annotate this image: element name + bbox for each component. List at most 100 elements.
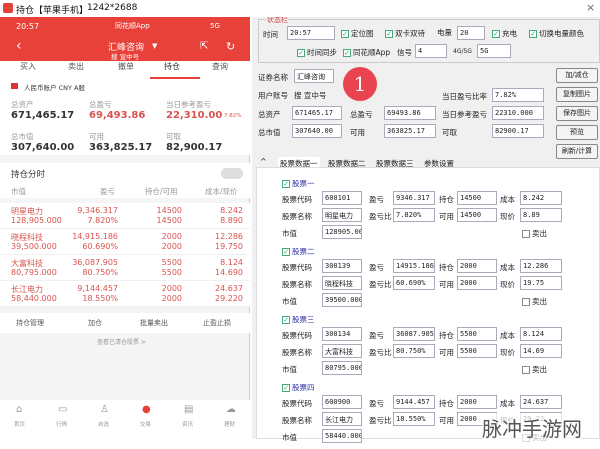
signal-spinner[interactable]: 4 <box>415 44 447 58</box>
mv-input[interactable]: 128905.000 <box>322 225 362 239</box>
pl-input[interactable]: 69493.86 <box>384 106 436 120</box>
action-button[interactable]: 批量卖出 <box>140 318 168 328</box>
code-input[interactable]: 600900 <box>322 395 362 409</box>
cleared-link[interactable]: 查看已清仓股票 > <box>97 337 146 346</box>
phone-tab[interactable]: 买入 <box>20 61 36 72</box>
action-button[interactable]: 止盈止损 <box>203 318 231 328</box>
group-checkbox[interactable]: ✓ 股票三 <box>282 314 315 325</box>
share-icon[interactable]: ⇱ <box>200 41 208 52</box>
nav-icon[interactable]: ♙ <box>100 404 109 415</box>
phone-tab[interactable]: 查询 <box>212 61 228 72</box>
nav-item[interactable]: 交易 <box>140 420 151 428</box>
nav-icon[interactable]: ▤ <box>184 404 193 415</box>
time-input[interactable]: 20:57 <box>287 26 335 40</box>
group-checkbox[interactable]: ✓ 股票四 <box>282 382 315 393</box>
nav-icon[interactable]: ☁ <box>226 404 236 415</box>
cost-input[interactable]: 8.242 <box>520 191 562 205</box>
collapse-icon[interactable]: ^ <box>260 157 267 166</box>
nav-item[interactable]: 首页 <box>14 420 25 428</box>
panel-button[interactable]: 刷新/计算 <box>556 144 598 159</box>
sell-checkbox[interactable]: 卖出 <box>522 296 547 307</box>
back-icon[interactable]: ‹ <box>16 38 22 54</box>
dual-sim-checkbox[interactable]: ✓ 双卡双待 <box>385 28 425 39</box>
locate-checkbox[interactable]: ✓ 定位图 <box>341 28 374 39</box>
panel-button[interactable]: 加/减仓 <box>556 68 598 83</box>
draw-input[interactable]: 82900.17 <box>492 124 544 138</box>
user-value[interactable]: 搜 宣中号 <box>294 90 326 101</box>
group-checkbox[interactable]: ✓ 股票一 <box>282 178 315 189</box>
action-button[interactable]: 持仓管理 <box>16 318 44 328</box>
price-input[interactable]: 8.89 <box>520 208 562 222</box>
avail-input[interactable]: 14500 <box>457 208 497 222</box>
avail-input[interactable]: 2000 <box>457 276 497 290</box>
name-input[interactable]: 明星电力 <box>322 208 362 222</box>
cost-input[interactable]: 24.637 <box>520 395 562 409</box>
toggle-switch[interactable] <box>221 168 243 179</box>
ths-checkbox[interactable]: ✓ 同花顺App <box>343 47 390 58</box>
mv-input[interactable]: 58440.000 <box>322 429 362 443</box>
total-input[interactable]: 671465.17 <box>292 106 342 120</box>
close-button[interactable]: × <box>586 1 595 14</box>
price-input[interactable]: 19.75 <box>520 276 562 290</box>
holding-row[interactable]: 长江电力 58,440.000 9,144.457 18.550% 2000 2000 24… <box>0 281 250 307</box>
holding-row[interactable]: 明星电力 128,905.000 9,346.317 7.820% 14500 14500… <box>0 203 250 229</box>
battery-spinner[interactable]: 20 <box>457 26 485 40</box>
name-input[interactable]: 长江电力 <box>322 412 362 426</box>
cost-input[interactable]: 12.286 <box>520 259 562 273</box>
code-input[interactable]: 300139 <box>322 259 362 273</box>
mv-input[interactable]: 80795.000 <box>322 361 362 375</box>
name-input[interactable]: 晓程科技 <box>322 276 362 290</box>
plp-input[interactable]: 18.550% <box>393 412 435 426</box>
time-sync-checkbox[interactable]: ✓ 时间同步 <box>297 47 337 58</box>
nav-icon[interactable]: ⌂ <box>16 404 22 415</box>
action-button[interactable]: 加仓 <box>88 318 102 328</box>
pl-input[interactable]: 36087.905 <box>393 327 435 341</box>
pl-input[interactable]: 9144.457 <box>393 395 435 409</box>
plp-input[interactable]: 60.690% <box>393 276 435 290</box>
plp-input[interactable]: 7.820% <box>393 208 435 222</box>
mv-input[interactable]: 307640.00 <box>292 124 342 138</box>
cost-input[interactable]: 8.124 <box>520 327 562 341</box>
code-input[interactable]: 300134 <box>322 327 362 341</box>
holding-row[interactable]: 大富科技 80,795.000 36,087.905 80.750% 5500 5500 8… <box>0 255 250 281</box>
charge-checkbox[interactable]: ✓ 充电 <box>492 28 517 39</box>
pl-input[interactable]: 9346.317 <box>393 191 435 205</box>
panel-button[interactable]: 保存图片 <box>556 106 598 121</box>
nav-item[interactable]: 行情 <box>56 420 67 428</box>
panel-button[interactable]: 预览 <box>556 125 598 140</box>
avail-label: 可用 <box>350 128 365 137</box>
nav-item[interactable]: 资讯 <box>182 420 193 428</box>
code-input[interactable]: 600101 <box>322 191 362 205</box>
nav-icon[interactable]: ● <box>142 404 151 415</box>
phone-tab[interactable]: 撤单 <box>118 61 134 72</box>
panel-button[interactable]: 复制图片 <box>556 87 598 102</box>
net-select[interactable]: 5G <box>477 44 511 58</box>
hold-input[interactable]: 2000 <box>457 259 497 273</box>
price-input[interactable]: 14.69 <box>520 344 562 358</box>
battery-color-checkbox[interactable]: ✓ 切换电量颜色 <box>529 28 584 39</box>
hold-input[interactable]: 14500 <box>457 191 497 205</box>
nav-icon[interactable]: ▭ <box>58 404 67 415</box>
dropdown-icon[interactable]: ▼ <box>152 42 157 50</box>
phone-tab[interactable]: 持仓 <box>164 61 180 72</box>
status-time: 20:57 <box>16 22 40 31</box>
plp-input[interactable]: 80.750% <box>393 344 435 358</box>
name-input[interactable]: 大富科技 <box>322 344 362 358</box>
phone-tab[interactable]: 卖出 <box>68 61 84 72</box>
avail-input[interactable]: 363825.17 <box>384 124 436 138</box>
mv-input[interactable]: 39500.000 <box>322 293 362 307</box>
refresh-icon[interactable]: ↻ <box>226 40 235 53</box>
name-input[interactable]: 汇峰咨询 <box>294 69 334 83</box>
ratio-input[interactable]: 7.82% <box>492 88 544 102</box>
hold-input[interactable]: 5500 <box>457 327 497 341</box>
group-checkbox[interactable]: ✓ 股票二 <box>282 246 315 257</box>
pl-input[interactable]: 14915.186 <box>393 259 435 273</box>
avail-input[interactable]: 5500 <box>457 344 497 358</box>
ref-input[interactable]: 22310.000 <box>492 106 544 120</box>
holding-row[interactable]: 晓程科技 39,500.000 14,915.186 60.690% 2000 2000 1… <box>0 229 250 255</box>
nav-item[interactable]: 理财 <box>224 420 235 428</box>
sell-checkbox[interactable]: 卖出 <box>522 364 547 375</box>
hold-input[interactable]: 2000 <box>457 395 497 409</box>
nav-item[interactable]: 自选 <box>98 420 109 428</box>
sell-checkbox[interactable]: 卖出 <box>522 228 547 239</box>
